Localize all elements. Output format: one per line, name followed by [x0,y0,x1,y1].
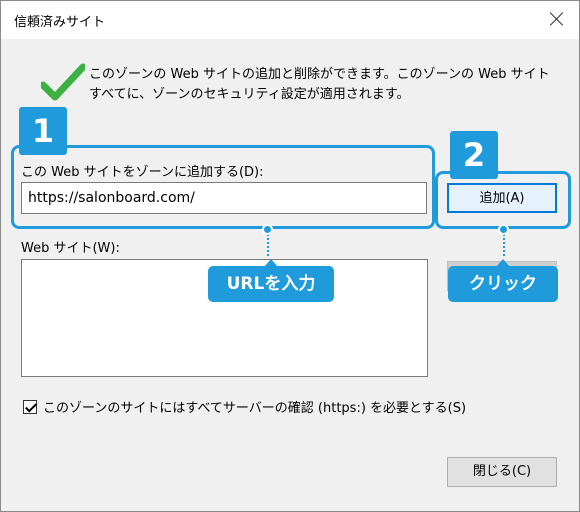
window-title: 信頼済みサイト [14,15,106,30]
trusted-sites-dialog: 信頼済みサイト このゾーンの Web サイトの追加と削除ができます。このゾーンの… [0,0,580,512]
connector-dot-right [498,224,509,235]
connector-dot-left [262,224,273,235]
https-required-option[interactable]: このゾーンのサイトにはすべてサーバーの確認 (https:) を必要とする(S) [23,397,466,416]
close-button[interactable]: 閉じる(C) [447,457,557,487]
step-2-badge: 2 [450,131,498,179]
zone-description: このゾーンの Web サイトの追加と削除ができます。このゾーンの Web サイト… [89,67,550,102]
https-required-label: このゾーンのサイトにはすべてサーバーの確認 (https:) を必要とする(S) [43,401,467,416]
title-bar: 信頼済みサイト [1,1,579,39]
highlight-add-button [435,171,571,229]
close-icon[interactable] [547,9,567,29]
checkmark-icon [41,63,85,101]
step-1-badge: 1 [19,107,67,155]
https-required-checkbox[interactable] [23,399,37,414]
highlight-input-area [11,145,435,229]
callout-enter-url: URLを入力 [208,266,334,302]
websites-label: Web サイト(W): [21,241,120,256]
callout-click: クリック [448,266,558,302]
